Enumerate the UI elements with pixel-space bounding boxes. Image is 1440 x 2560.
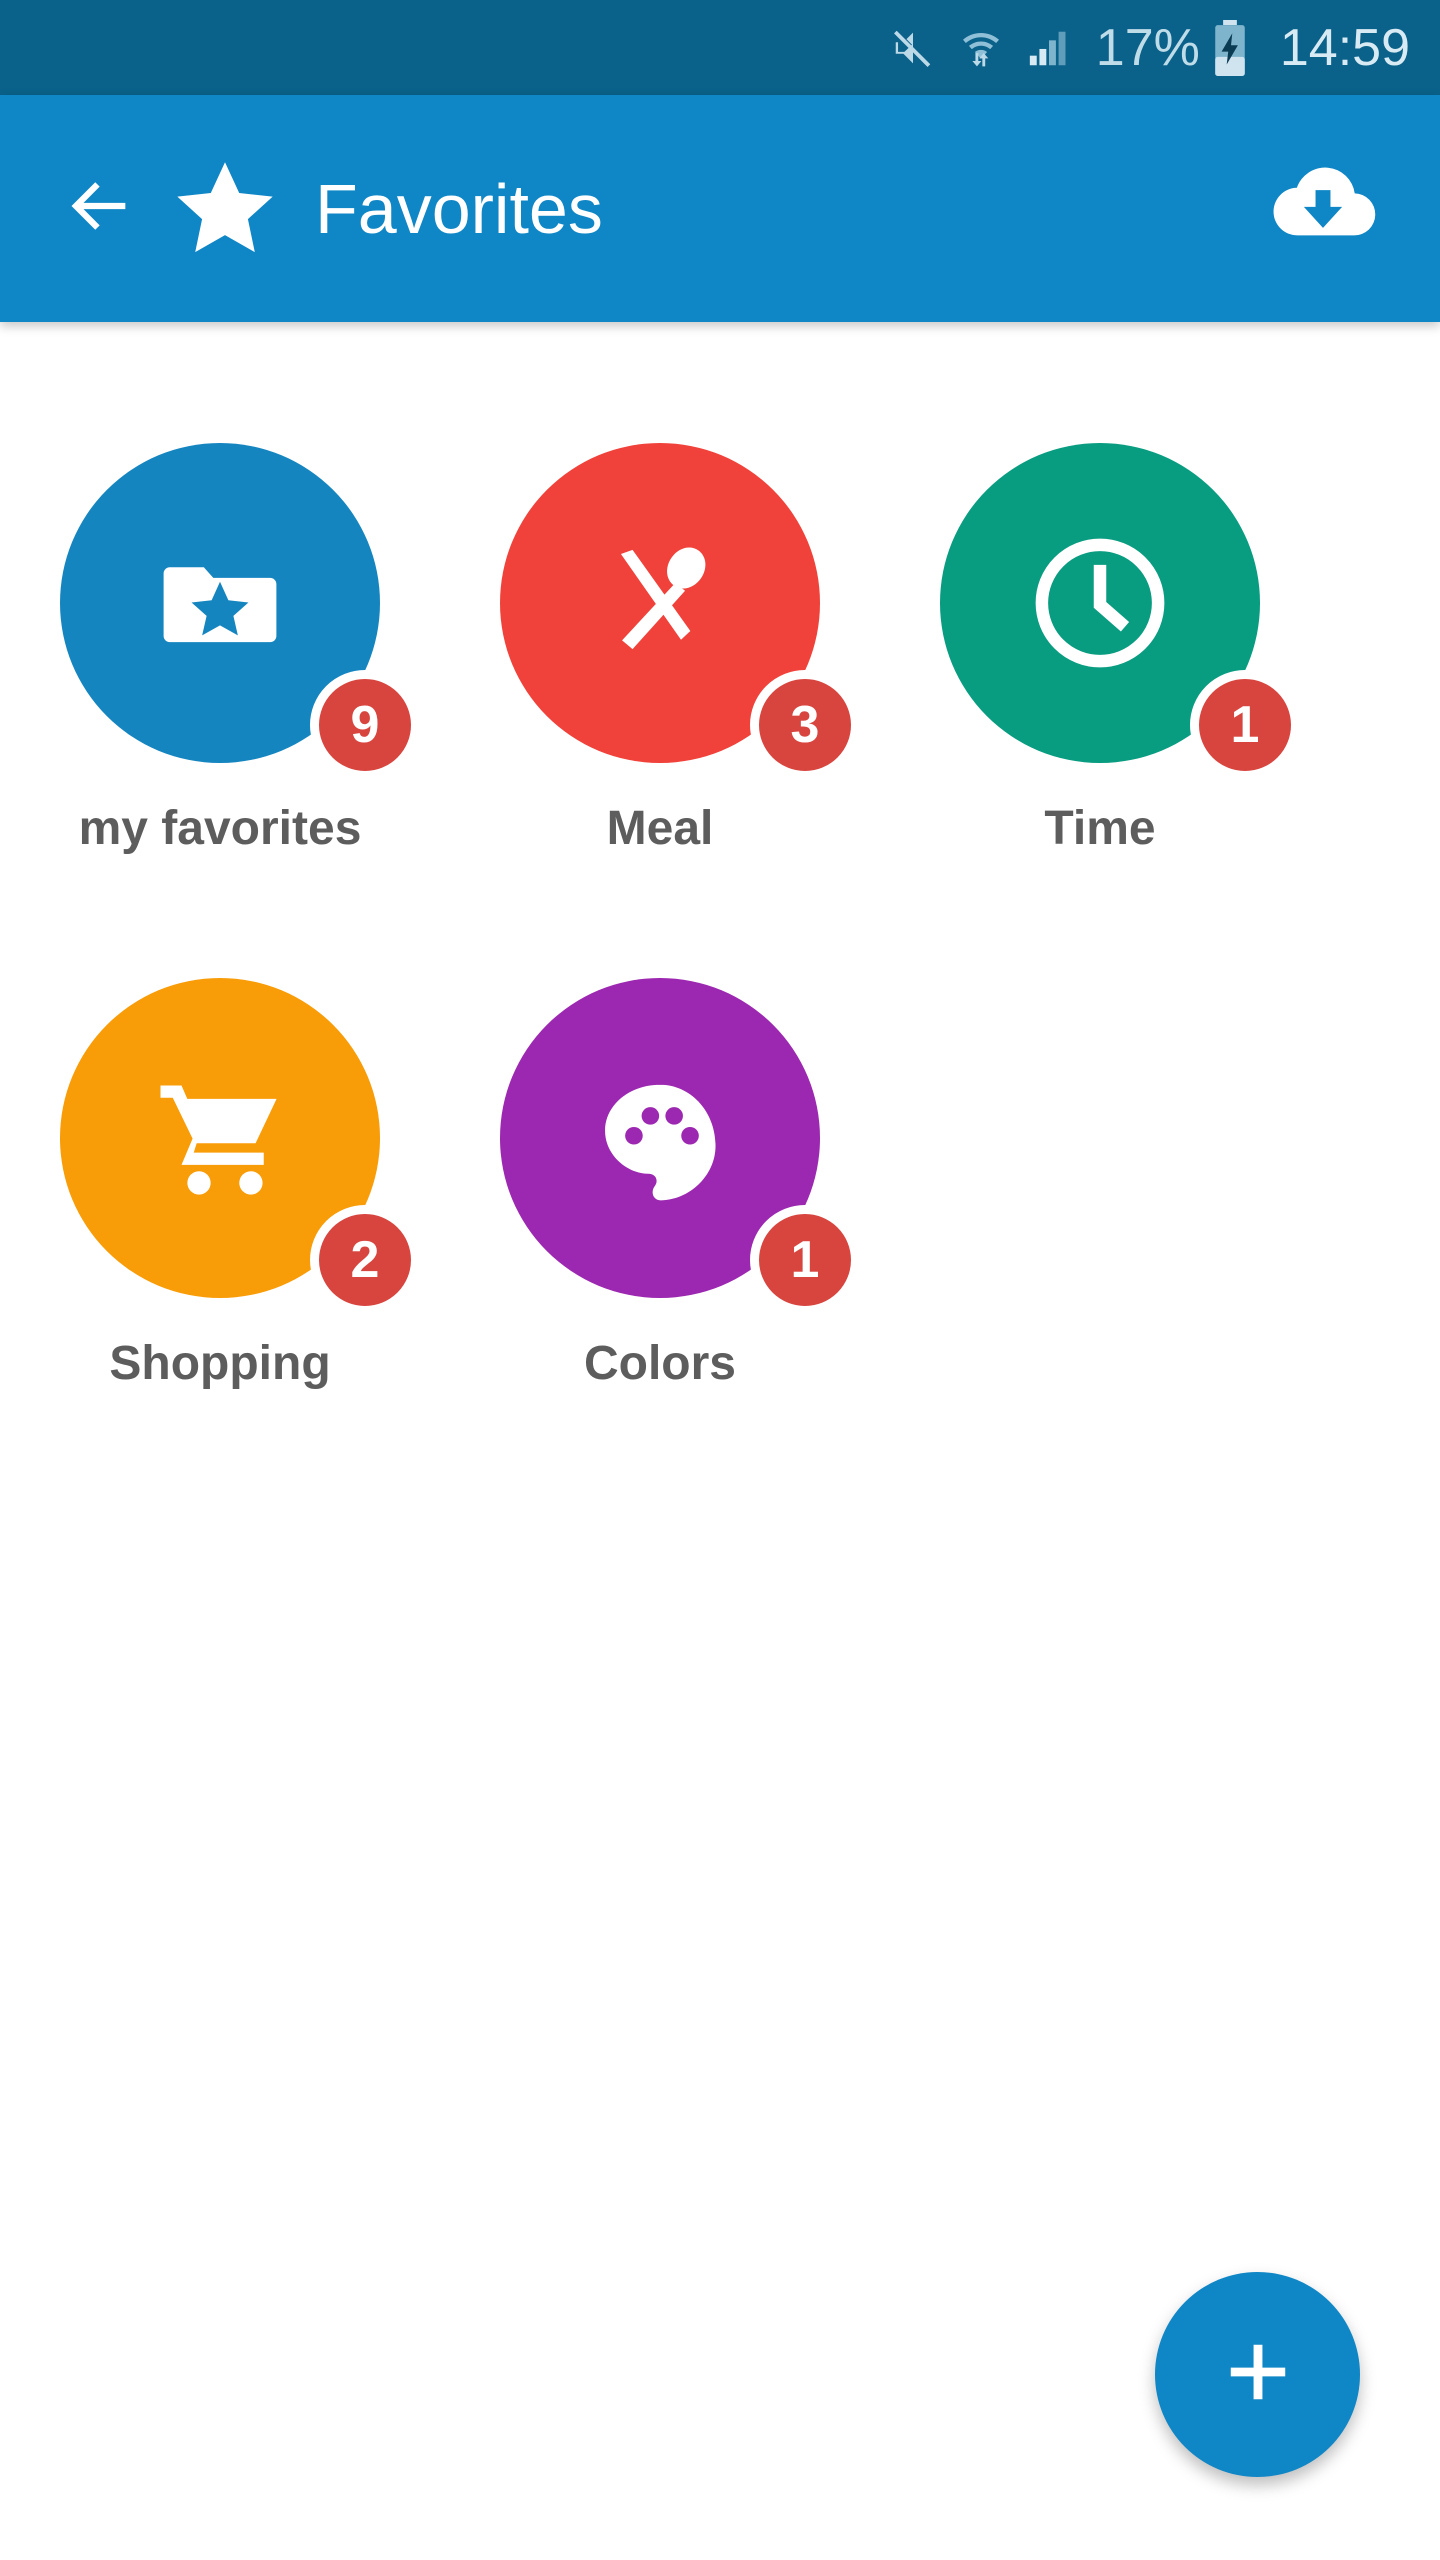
app-bar: Favorites: [0, 95, 1440, 322]
tile-badge: 3: [750, 670, 860, 780]
battery-charging-icon: [1210, 19, 1250, 76]
status-bar[interactable]: 17% 14:59: [0, 0, 1440, 95]
download-button[interactable]: [1258, 144, 1388, 274]
tile-badge: 1: [1190, 670, 1300, 780]
cloud-download-icon: [1267, 150, 1379, 267]
tile-badge: 1: [750, 1205, 860, 1315]
tile-circle-wrap: 9: [60, 443, 420, 780]
tile-circle-wrap: 2: [60, 978, 420, 1315]
grid-tile-colors[interactable]: 1 Colors: [440, 978, 880, 1513]
tile-badge: 2: [310, 1205, 420, 1315]
content-area: 9 my favorites 3 Meal 1 Time 2 Shopping …: [0, 322, 1440, 2560]
back-button[interactable]: [40, 168, 160, 249]
mute-icon: [890, 25, 936, 71]
grid-tile-time[interactable]: 1 Time: [880, 443, 1320, 978]
tile-label: my favorites: [78, 802, 362, 855]
battery-percent-label: 17%: [1095, 18, 1200, 77]
add-favorite-fab[interactable]: [1155, 2272, 1360, 2477]
folder-star-icon: [153, 536, 287, 670]
grid-tile-meal[interactable]: 3 Meal: [440, 443, 880, 978]
shopping-cart-icon: [150, 1068, 290, 1208]
cutlery-icon: [590, 533, 730, 673]
tile-label: Meal: [606, 802, 714, 855]
status-clock: 14:59: [1279, 18, 1410, 77]
clock-icon: [1025, 528, 1175, 678]
tile-label: Colors: [583, 1337, 736, 1390]
signal-bars-icon: [1026, 25, 1072, 71]
tile-label: Time: [1044, 802, 1156, 855]
tile-badge: 9: [310, 670, 420, 780]
arrow-left-icon: [62, 168, 138, 249]
grid-tile-my-favorites[interactable]: 9 my favorites: [0, 443, 440, 978]
page-title: Favorites: [315, 169, 603, 248]
grid-tile-shopping[interactable]: 2 Shopping: [0, 978, 440, 1513]
tile-circle-wrap: 1: [500, 978, 860, 1315]
tile-circle-wrap: 3: [500, 443, 860, 780]
palette-icon: [592, 1070, 728, 1206]
star-icon: [170, 154, 280, 264]
plus-icon: [1220, 2334, 1296, 2415]
wifi-transfer-icon: [958, 25, 1004, 71]
tile-circle-wrap: 1: [940, 443, 1300, 780]
favorites-grid: 9 my favorites 3 Meal 1 Time 2 Shopping …: [0, 322, 1440, 1513]
tile-label: Shopping: [109, 1337, 331, 1390]
